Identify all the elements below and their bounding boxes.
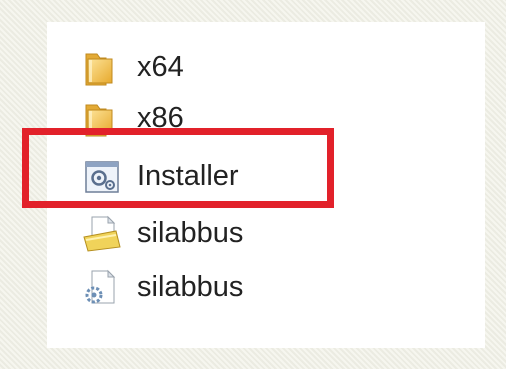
file-item-silabbus-sys[interactable]: silabbus [80,263,243,311]
system-file-icon [80,265,124,309]
file-label-x64: x64 [137,50,184,83]
file-item-silabbus-inf[interactable]: silabbus [80,209,243,257]
highlight-box [22,128,334,208]
setup-info-icon [80,211,124,255]
folder-icon [80,45,124,89]
file-label-silabbus-sys: silabbus [137,270,244,303]
file-label-silabbus-inf: silabbus [137,216,244,249]
file-item-x64[interactable]: x64 [80,43,184,91]
